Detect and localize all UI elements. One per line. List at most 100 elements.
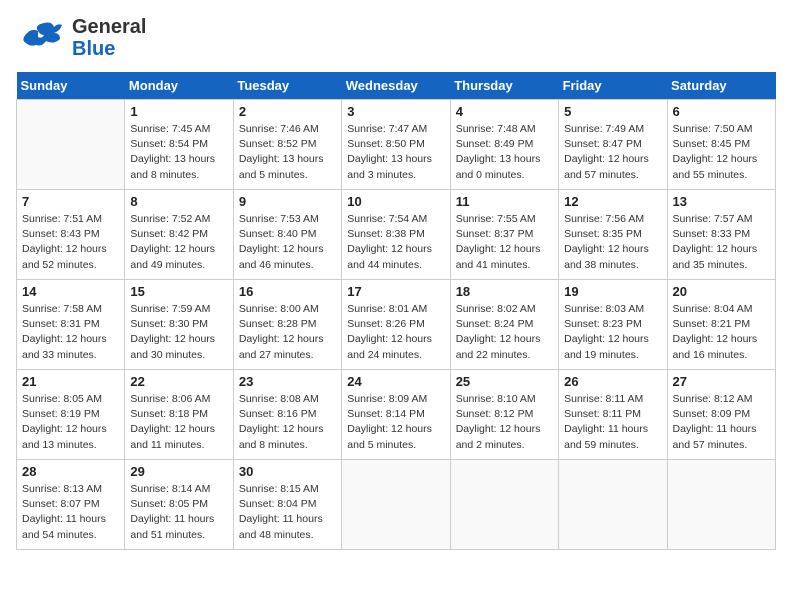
day-info: Sunrise: 7:58 AM Sunset: 8:31 PM Dayligh…	[22, 302, 119, 363]
day-info: Sunrise: 7:49 AM Sunset: 8:47 PM Dayligh…	[564, 122, 661, 183]
calendar-cell: 3 Sunrise: 7:47 AM Sunset: 8:50 PM Daylig…	[342, 100, 450, 190]
day-number: 13	[673, 194, 770, 209]
day-number: 28	[22, 464, 119, 479]
day-number: 4	[456, 104, 553, 119]
day-info: Sunrise: 8:00 AM Sunset: 8:28 PM Dayligh…	[239, 302, 336, 363]
day-info: Sunrise: 7:53 AM Sunset: 8:40 PM Dayligh…	[239, 212, 336, 273]
calendar-cell: 9 Sunrise: 7:53 AM Sunset: 8:40 PM Daylig…	[233, 190, 341, 280]
day-info: Sunrise: 8:09 AM Sunset: 8:14 PM Dayligh…	[347, 392, 444, 453]
day-info: Sunrise: 8:08 AM Sunset: 8:16 PM Dayligh…	[239, 392, 336, 453]
calendar-week: 7 Sunrise: 7:51 AM Sunset: 8:43 PM Daylig…	[17, 190, 776, 280]
calendar-week: 14 Sunrise: 7:58 AM Sunset: 8:31 PM Dayli…	[17, 280, 776, 370]
calendar-cell	[559, 460, 667, 550]
day-info: Sunrise: 8:02 AM Sunset: 8:24 PM Dayligh…	[456, 302, 553, 363]
day-info: Sunrise: 7:54 AM Sunset: 8:38 PM Dayligh…	[347, 212, 444, 273]
day-number: 11	[456, 194, 553, 209]
header-day: Wednesday	[342, 72, 450, 100]
day-number: 14	[22, 284, 119, 299]
calendar-cell: 22 Sunrise: 8:06 AM Sunset: 8:18 PM Dayli…	[125, 370, 233, 460]
page-header: General Blue	[16, 16, 776, 60]
logo-icon	[16, 17, 68, 59]
day-info: Sunrise: 8:04 AM Sunset: 8:21 PM Dayligh…	[673, 302, 770, 363]
header-day: Monday	[125, 72, 233, 100]
day-info: Sunrise: 8:14 AM Sunset: 8:05 PM Dayligh…	[130, 482, 227, 543]
calendar-cell: 26 Sunrise: 8:11 AM Sunset: 8:11 PM Dayli…	[559, 370, 667, 460]
calendar-cell: 19 Sunrise: 8:03 AM Sunset: 8:23 PM Dayli…	[559, 280, 667, 370]
day-info: Sunrise: 7:45 AM Sunset: 8:54 PM Dayligh…	[130, 122, 227, 183]
calendar-week: 21Sunrise: 8:05 AM Sunset: 8:19 PM Dayli…	[17, 370, 776, 460]
calendar-cell: 23 Sunrise: 8:08 AM Sunset: 8:16 PM Dayli…	[233, 370, 341, 460]
day-number: 19	[564, 284, 661, 299]
day-number: 5	[564, 104, 661, 119]
calendar-cell: 6 Sunrise: 7:50 AM Sunset: 8:45 PM Daylig…	[667, 100, 775, 190]
calendar-week: 28 Sunrise: 8:13 AM Sunset: 8:07 PM Dayli…	[17, 460, 776, 550]
day-info: Sunrise: 7:48 AM Sunset: 8:49 PM Dayligh…	[456, 122, 553, 183]
calendar-cell: 25 Sunrise: 8:10 AM Sunset: 8:12 PM Dayli…	[450, 370, 558, 460]
calendar-cell: 10 Sunrise: 7:54 AM Sunset: 8:38 PM Dayli…	[342, 190, 450, 280]
calendar-table: SundayMondayTuesdayWednesdayThursdayFrid…	[16, 72, 776, 550]
day-info: Sunrise: 7:50 AM Sunset: 8:45 PM Dayligh…	[673, 122, 770, 183]
day-info: Sunrise: 8:11 AM Sunset: 8:11 PM Dayligh…	[564, 392, 661, 453]
day-number: 10	[347, 194, 444, 209]
calendar-cell: 15Sunrise: 7:59 AM Sunset: 8:30 PM Dayli…	[125, 280, 233, 370]
day-number: 1	[130, 104, 227, 119]
calendar-cell: 17 Sunrise: 8:01 AM Sunset: 8:26 PM Dayli…	[342, 280, 450, 370]
header-day: Saturday	[667, 72, 775, 100]
calendar-cell	[17, 100, 125, 190]
header-row: SundayMondayTuesdayWednesdayThursdayFrid…	[17, 72, 776, 100]
calendar-cell: 28 Sunrise: 8:13 AM Sunset: 8:07 PM Dayli…	[17, 460, 125, 550]
logo-text: General Blue	[72, 16, 146, 60]
day-number: 7	[22, 194, 119, 209]
day-number: 2	[239, 104, 336, 119]
calendar-cell: 16 Sunrise: 8:00 AM Sunset: 8:28 PM Dayli…	[233, 280, 341, 370]
logo: General Blue	[16, 16, 146, 60]
calendar-cell: 5 Sunrise: 7:49 AM Sunset: 8:47 PM Daylig…	[559, 100, 667, 190]
day-number: 24	[347, 374, 444, 389]
calendar-cell: 24 Sunrise: 8:09 AM Sunset: 8:14 PM Dayli…	[342, 370, 450, 460]
header-day: Tuesday	[233, 72, 341, 100]
day-number: 23	[239, 374, 336, 389]
calendar-cell: 11 Sunrise: 7:55 AM Sunset: 8:37 PM Dayli…	[450, 190, 558, 280]
day-number: 20	[673, 284, 770, 299]
calendar-cell: 30 Sunrise: 8:15 AM Sunset: 8:04 PM Dayli…	[233, 460, 341, 550]
calendar-cell: 13Sunrise: 7:57 AM Sunset: 8:33 PM Dayli…	[667, 190, 775, 280]
day-number: 22	[130, 374, 227, 389]
calendar-cell: 21Sunrise: 8:05 AM Sunset: 8:19 PM Dayli…	[17, 370, 125, 460]
day-number: 18	[456, 284, 553, 299]
day-number: 6	[673, 104, 770, 119]
calendar-cell: 2Sunrise: 7:46 AM Sunset: 8:52 PM Daylig…	[233, 100, 341, 190]
day-number: 12	[564, 194, 661, 209]
day-info: Sunrise: 8:01 AM Sunset: 8:26 PM Dayligh…	[347, 302, 444, 363]
calendar-cell: 7 Sunrise: 7:51 AM Sunset: 8:43 PM Daylig…	[17, 190, 125, 280]
calendar-cell: 8 Sunrise: 7:52 AM Sunset: 8:42 PM Daylig…	[125, 190, 233, 280]
day-info: Sunrise: 7:55 AM Sunset: 8:37 PM Dayligh…	[456, 212, 553, 273]
calendar-cell: 1 Sunrise: 7:45 AM Sunset: 8:54 PM Daylig…	[125, 100, 233, 190]
calendar-cell: 18 Sunrise: 8:02 AM Sunset: 8:24 PM Dayli…	[450, 280, 558, 370]
day-info: Sunrise: 7:56 AM Sunset: 8:35 PM Dayligh…	[564, 212, 661, 273]
calendar-cell: 12 Sunrise: 7:56 AM Sunset: 8:35 PM Dayli…	[559, 190, 667, 280]
day-number: 16	[239, 284, 336, 299]
day-info: Sunrise: 8:10 AM Sunset: 8:12 PM Dayligh…	[456, 392, 553, 453]
header-day: Thursday	[450, 72, 558, 100]
day-number: 9	[239, 194, 336, 209]
day-info: Sunrise: 8:15 AM Sunset: 8:04 PM Dayligh…	[239, 482, 336, 543]
day-number: 30	[239, 464, 336, 479]
day-number: 25	[456, 374, 553, 389]
day-info: Sunrise: 8:03 AM Sunset: 8:23 PM Dayligh…	[564, 302, 661, 363]
header-day: Friday	[559, 72, 667, 100]
day-info: Sunrise: 8:12 AM Sunset: 8:09 PM Dayligh…	[673, 392, 770, 453]
calendar-cell: 4 Sunrise: 7:48 AM Sunset: 8:49 PM Daylig…	[450, 100, 558, 190]
day-number: 29	[130, 464, 227, 479]
day-number: 27	[673, 374, 770, 389]
day-info: Sunrise: 7:47 AM Sunset: 8:50 PM Dayligh…	[347, 122, 444, 183]
calendar-cell: 29 Sunrise: 8:14 AM Sunset: 8:05 PM Dayli…	[125, 460, 233, 550]
day-info: Sunrise: 7:52 AM Sunset: 8:42 PM Dayligh…	[130, 212, 227, 273]
calendar-cell: 14 Sunrise: 7:58 AM Sunset: 8:31 PM Dayli…	[17, 280, 125, 370]
day-info: Sunrise: 7:51 AM Sunset: 8:43 PM Dayligh…	[22, 212, 119, 273]
day-number: 17	[347, 284, 444, 299]
day-number: 8	[130, 194, 227, 209]
day-number: 26	[564, 374, 661, 389]
day-info: Sunrise: 8:13 AM Sunset: 8:07 PM Dayligh…	[22, 482, 119, 543]
day-info: Sunrise: 8:06 AM Sunset: 8:18 PM Dayligh…	[130, 392, 227, 453]
day-number: 3	[347, 104, 444, 119]
